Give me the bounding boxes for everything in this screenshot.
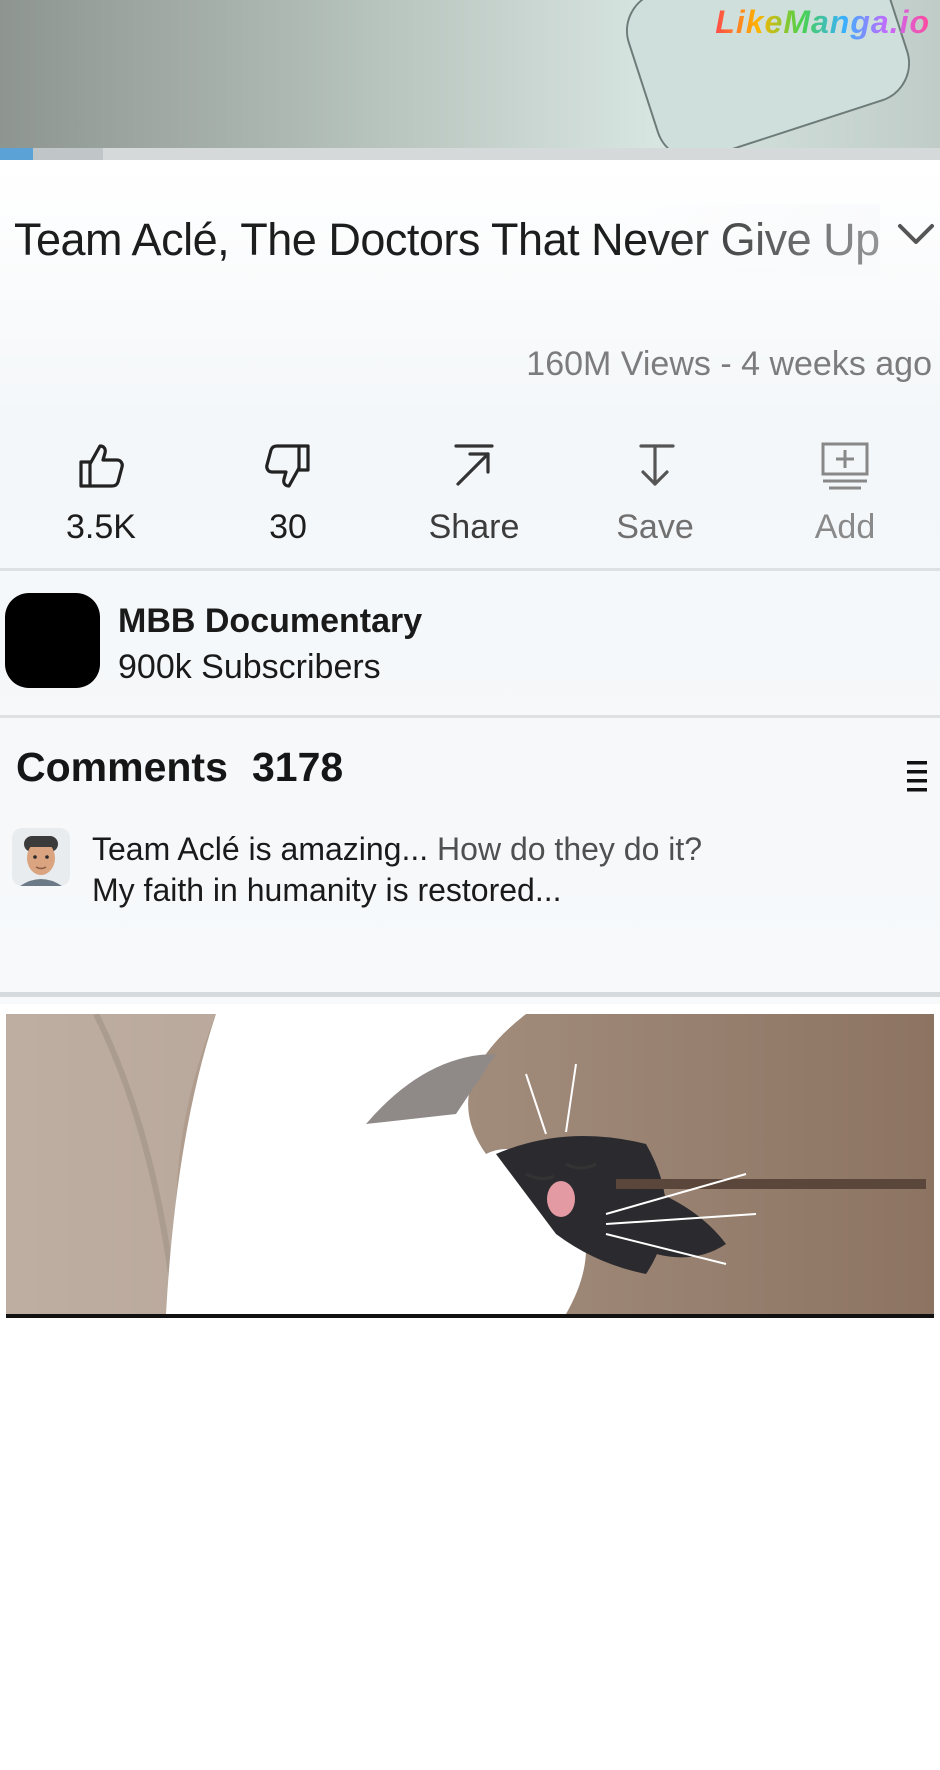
view-count-and-date: 160M Views - 4 weeks ago — [526, 345, 932, 383]
save-download-icon — [639, 444, 675, 486]
thumbs-down-icon — [265, 444, 310, 488]
comment-text-line2: My faith in humanity is restored... — [92, 872, 562, 908]
video-progress-fill — [0, 148, 33, 160]
share-label: Share — [428, 508, 520, 546]
comments-count: 3178 — [252, 744, 344, 790]
like-count: 3.5K — [66, 508, 136, 546]
channel-name[interactable]: MBB Documentary — [118, 602, 422, 641]
watermark-logo: LikeManga.io — [715, 4, 930, 40]
add-to-playlist-icon — [821, 442, 869, 490]
video-progress-bar[interactable] — [0, 148, 940, 160]
title-fade-overlay — [640, 204, 880, 274]
thumbs-up-icon — [79, 444, 124, 488]
add-button[interactable]: Add — [770, 440, 920, 547]
comic-panel-sleeping-cat — [6, 1014, 934, 1318]
add-label: Add — [814, 508, 876, 546]
dislike-count: 30 — [269, 508, 307, 546]
divider — [0, 715, 940, 718]
comments-heading[interactable]: Comments — [16, 744, 228, 791]
comment-text-faded: How do they do it? — [428, 831, 703, 867]
sort-menu-icon[interactable] — [905, 758, 929, 794]
channel-avatar[interactable] — [5, 593, 100, 688]
comment-text-line1: Team Aclé is amazing... How do they do i… — [92, 831, 702, 868]
share-button[interactable]: Share — [399, 440, 549, 547]
divider — [0, 568, 940, 571]
video-player[interactable]: LikeManga.io — [0, 0, 940, 160]
dislike-button[interactable]: 30 — [213, 440, 363, 547]
comment-text-strong: Team Aclé is amazing... — [92, 831, 429, 867]
save-button[interactable]: Save — [580, 440, 730, 547]
channel-subscriber-count: 900k Subscribers — [118, 648, 381, 686]
share-arrow-icon — [454, 444, 494, 486]
chevron-down-icon[interactable] — [896, 218, 936, 248]
divider — [0, 992, 940, 997]
like-button[interactable]: 3.5K — [26, 440, 176, 547]
commenter-avatar[interactable] — [12, 828, 70, 886]
sleeping-cat-illustration — [6, 1014, 926, 1314]
save-label: Save — [616, 508, 694, 546]
